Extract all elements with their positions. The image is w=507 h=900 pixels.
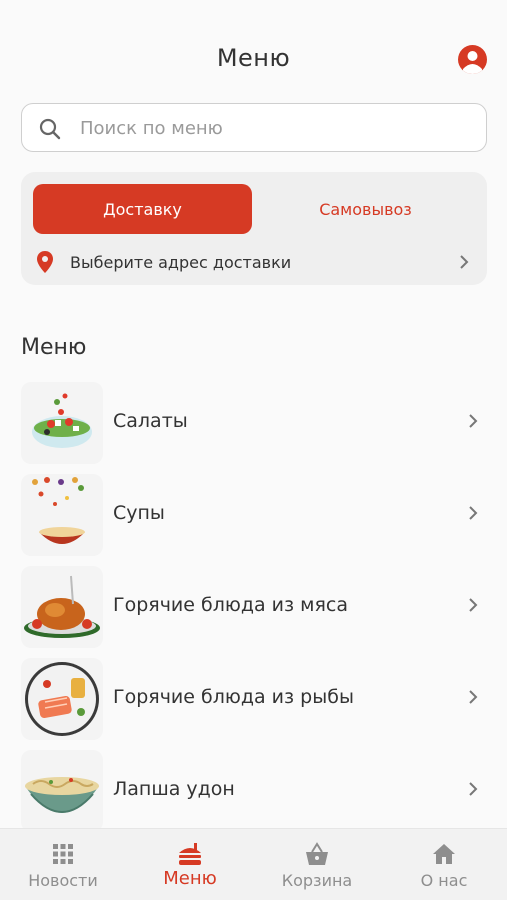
menu-item-hot-fish[interactable]: Горячие блюда из рыбы xyxy=(0,654,507,746)
nav-label: Меню xyxy=(163,868,217,889)
nav-item-about[interactable]: О нас xyxy=(381,829,507,900)
nav-item-menu[interactable]: Меню xyxy=(127,829,253,900)
menu-section-title: Меню xyxy=(21,335,87,360)
roast-chicken-image xyxy=(21,566,103,648)
menu-item-label: Горячие блюда из мяса xyxy=(113,594,349,616)
noodle-bowl-image xyxy=(21,750,103,832)
nav-item-cart[interactable]: Корзина xyxy=(254,829,380,900)
menu-item-udon[interactable]: Лапша удон xyxy=(0,746,507,838)
delivery-card: Доставку Самовывоз Выберите адрес достав… xyxy=(21,172,487,285)
search-icon xyxy=(39,118,61,140)
fish-plate-image xyxy=(21,658,103,740)
chevron-right-icon xyxy=(469,690,478,704)
app-header: Меню xyxy=(0,0,507,110)
chevron-right-icon xyxy=(460,255,469,269)
location-pin-icon xyxy=(37,251,53,273)
nav-label: О нас xyxy=(420,871,468,890)
chevron-right-icon xyxy=(469,598,478,612)
menu-item-label: Лапша удон xyxy=(113,778,235,800)
address-selector[interactable]: Выберите адрес доставки xyxy=(21,244,487,280)
chevron-right-icon xyxy=(469,782,478,796)
grid-icon xyxy=(53,844,73,864)
menu-item-label: Супы xyxy=(113,502,165,524)
nav-label: Новости xyxy=(28,871,98,890)
address-prompt: Выберите адрес доставки xyxy=(70,253,292,272)
search-bar[interactable] xyxy=(21,103,487,152)
nav-item-news[interactable]: Новости xyxy=(0,829,126,900)
salad-image xyxy=(21,382,103,464)
menu-item-label: Салаты xyxy=(113,410,188,432)
pickup-option-button[interactable]: Самовывоз xyxy=(256,184,475,234)
chevron-right-icon xyxy=(469,506,478,520)
delivery-option-button[interactable]: Доставку xyxy=(33,184,252,234)
menu-list: Салаты Супы Горячие блюда из мяса Горячи… xyxy=(0,378,507,838)
page-title: Меню xyxy=(216,44,291,72)
bottom-nav: Новости Меню Корзина О нас xyxy=(0,828,507,900)
menu-item-salads[interactable]: Салаты xyxy=(0,378,507,470)
search-input[interactable] xyxy=(80,112,470,144)
menu-item-hot-meat[interactable]: Горячие блюда из мяса xyxy=(0,562,507,654)
profile-icon[interactable] xyxy=(458,45,487,74)
chevron-right-icon xyxy=(469,414,478,428)
burger-icon xyxy=(179,843,201,865)
soup-image xyxy=(21,474,103,556)
home-icon xyxy=(433,844,455,864)
basket-icon xyxy=(306,842,328,865)
menu-item-soups[interactable]: Супы xyxy=(0,470,507,562)
nav-label: Корзина xyxy=(281,871,353,890)
menu-item-label: Горячие блюда из рыбы xyxy=(113,686,354,708)
